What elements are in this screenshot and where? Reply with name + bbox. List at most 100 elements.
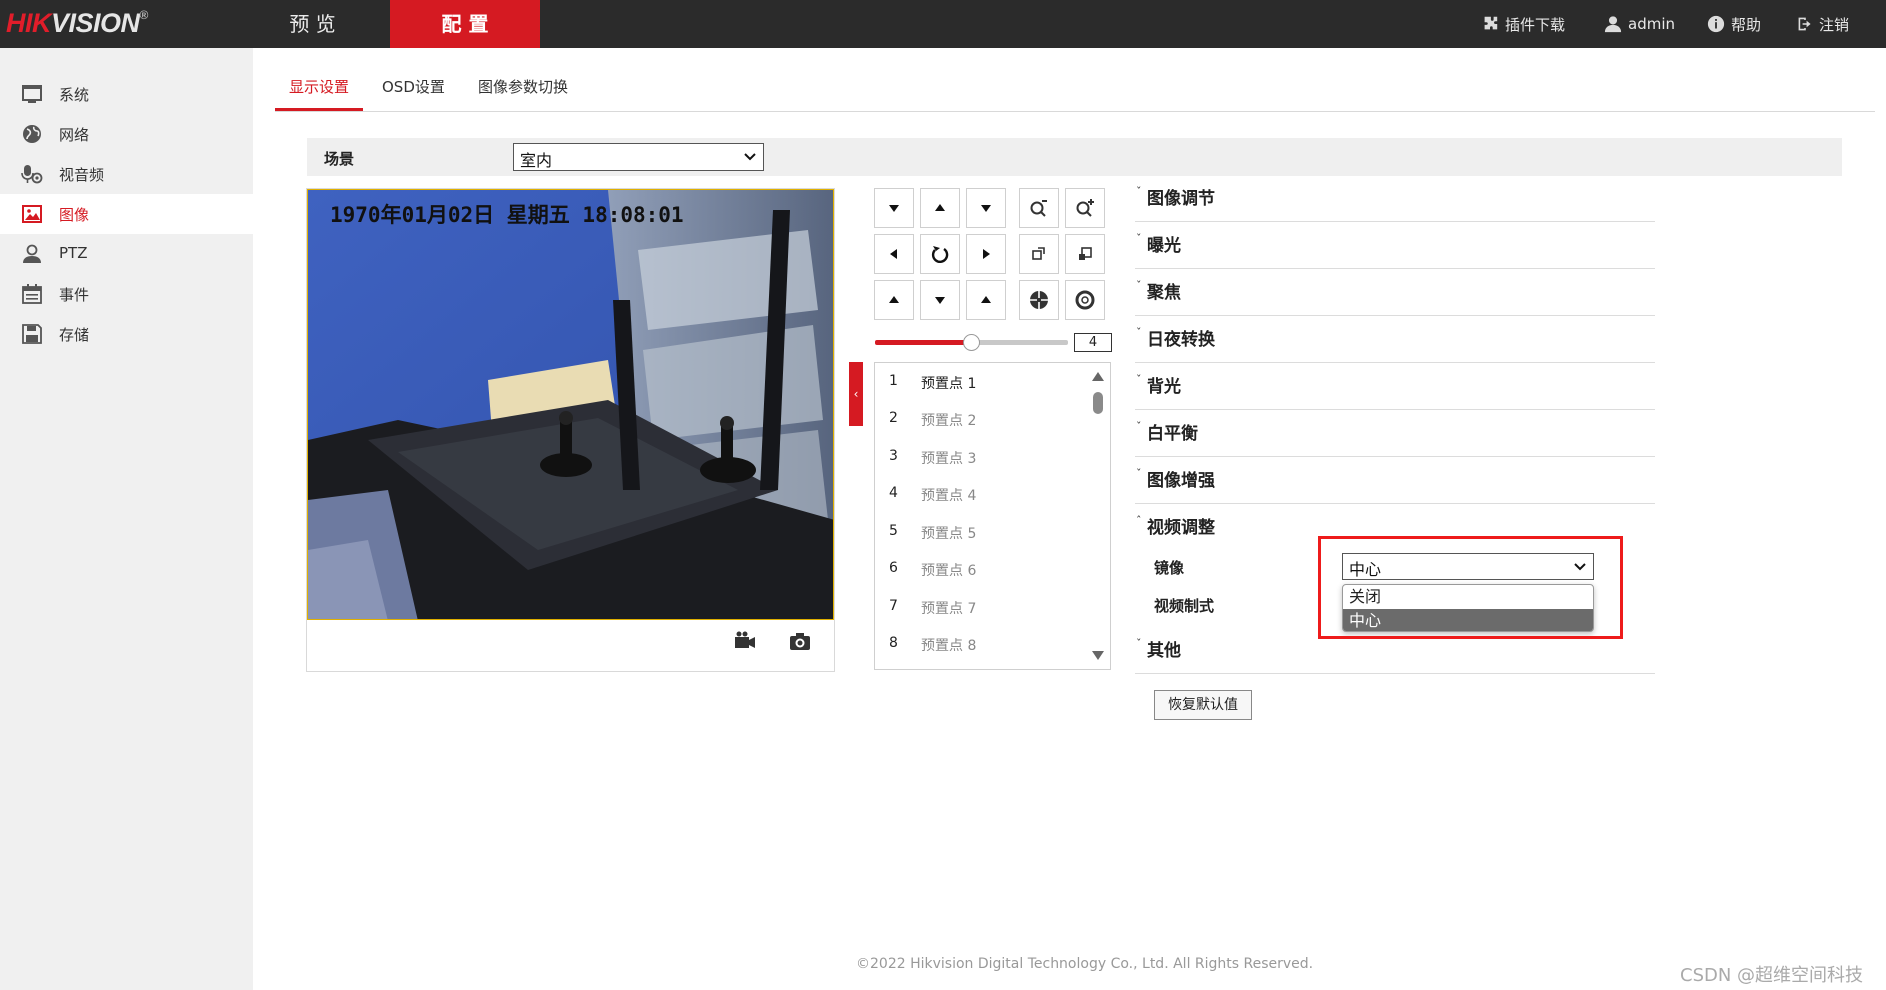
user-menu[interactable]: admin [1604,13,1675,35]
preset-name: 预置点 4 [921,488,977,504]
chevron-down-icon [1574,563,1586,571]
scroll-down-arrow[interactable] [1092,651,1104,660]
arrow-up-icon [935,204,945,211]
section-image-adjust[interactable]: ˇ 图像调节 [1135,175,1655,222]
section-exposure[interactable]: ˇ 曝光 [1135,222,1655,269]
preset-name: 预置点 1 [921,376,977,392]
snapshot-button[interactable] [788,630,812,652]
arrow-down-icon [889,205,899,212]
section-video-adjust[interactable]: ˆ 视频调整 [1135,504,1655,551]
sidebar-item-system[interactable]: 系统 [0,74,253,114]
section-image-enhance[interactable]: ˇ 图像增强 [1135,457,1655,504]
sidebar-item-image[interactable]: 图像 [0,194,253,234]
list-item[interactable]: 2 预置点 2 [875,400,1090,436]
list-item[interactable]: 6 预置点 6 [875,550,1090,586]
preset-number: 6 [889,560,898,576]
help-link[interactable]: 帮助 [1707,13,1761,35]
microphone-icon [21,163,43,185]
section-title: 图像调节 [1147,189,1215,209]
section-title: 白平衡 [1147,424,1198,444]
sidebar-item-label: 系统 [59,86,90,104]
scrollbar-thumb[interactable] [1093,392,1103,414]
logout-link[interactable]: 注销 [1797,13,1849,35]
sidebar-item-storage[interactable]: 存储 [0,314,253,354]
sidebar-item-ptz[interactable]: PTZ [0,234,253,274]
ptz-auto-button[interactable] [920,234,960,274]
ptz-speed-value: 4 [1074,333,1112,352]
ptz-right-button[interactable] [966,234,1006,274]
zoom-in-button[interactable] [1065,188,1105,228]
chevron-down-icon [744,153,756,161]
list-item[interactable]: 1 预置点 1 [875,363,1090,399]
ptz-left-down-button[interactable] [874,280,914,320]
mirror-select[interactable]: 中心 [1342,553,1594,580]
arrow-up-icon [981,296,991,303]
tab-display-settings[interactable]: 显示设置 [289,76,349,97]
section-title: 图像增强 [1147,471,1215,491]
rotate-icon [931,246,949,263]
preset-name: 预置点 3 [921,451,977,467]
sidebar-item-event[interactable]: 事件 [0,274,253,314]
scene-select[interactable]: 室内 [513,143,764,171]
restore-default-button[interactable]: 恢复默认值 [1154,690,1252,720]
sidebar-item-video-audio[interactable]: 视音频 [0,154,253,194]
section-focus[interactable]: ˇ 聚焦 [1135,269,1655,316]
record-button[interactable] [733,630,757,652]
preset-number: 3 [889,448,898,464]
caret-down-icon: ˇ [1136,326,1142,339]
sidebar-item-network[interactable]: 网络 [0,114,253,154]
section-day-night[interactable]: ˇ 日夜转换 [1135,316,1655,363]
top-bar: HIKVISION® 预 览 配 置 插件下载 admin 帮助 注销 [0,0,1886,48]
video-camera-icon [735,631,755,648]
scene-row: 场景 室内 [307,138,1842,176]
section-other[interactable]: ˇ 其他 [1135,627,1655,674]
tab-osd-settings[interactable]: OSD设置 [382,76,445,97]
ptz-left-up-button[interactable] [874,188,914,228]
ptz-right-up-button[interactable] [966,188,1006,228]
ptz-speed-slider-track[interactable] [971,340,1068,345]
calendar-icon [21,283,43,305]
live-video[interactable]: 1970年01月02日 星期五 18:08:01 [307,189,834,620]
zoom-out-button[interactable] [1019,188,1059,228]
hikvision-logo: HIKVISION® [6,8,148,38]
caret-down-icon: ˇ [1136,373,1142,386]
focus-near-button[interactable] [1019,234,1059,274]
tab-image-param-switch[interactable]: 图像参数切换 [478,76,568,97]
ptz-left-button[interactable] [874,234,914,274]
ptz-up-button[interactable] [920,188,960,228]
logout-label: 注销 [1819,15,1850,34]
list-item[interactable]: 4 预置点 4 [875,475,1090,511]
collapse-ptz-panel-button[interactable]: ‹ [849,362,863,426]
section-title: 日夜转换 [1147,330,1215,350]
list-item[interactable]: 8 预置点 8 [875,625,1090,661]
preset-name: 预置点 5 [921,526,977,542]
ptz-speed-slider-handle[interactable] [963,334,980,351]
focus-far-button[interactable] [1065,234,1105,274]
caret-down-icon: ˇ [1136,637,1142,650]
logout-icon [1798,17,1811,31]
list-item[interactable]: 3 预置点 3 [875,438,1090,474]
caret-up-icon: ˆ [1136,514,1142,527]
list-item[interactable]: 7 预置点 7 [875,588,1090,624]
video-standard-label: 视频制式 [1154,597,1215,615]
tab-divider [275,111,1875,112]
nav-tab-preview[interactable]: 预 览 [250,0,375,48]
iris-close-button[interactable] [1065,280,1105,320]
list-item[interactable]: 5 预置点 5 [875,513,1090,549]
scene-label: 场景 [324,150,355,168]
arrow-down-left-icon [981,205,991,212]
scroll-up-arrow[interactable] [1092,372,1104,381]
camera-scene-image [308,190,833,619]
option-off[interactable]: 关闭 [1343,585,1593,609]
section-backlight[interactable]: ˇ 背光 [1135,363,1655,410]
ptz-right-down-button[interactable] [966,280,1006,320]
ptz-down-button[interactable] [920,280,960,320]
iris-open-button[interactable] [1019,280,1059,320]
plugin-download-link[interactable]: 插件下载 [1481,13,1565,35]
nav-tab-config[interactable]: 配 置 [390,0,540,48]
arrow-up-icon [889,296,899,303]
section-white-balance[interactable]: ˇ 白平衡 [1135,410,1655,457]
sidebar-item-label: PTZ [59,244,88,262]
preset-list: 1 预置点 1 2 预置点 2 3 预置点 3 4 预置点 4 5 预置点 5 6 预置点 … [874,362,1111,670]
section-title: 其他 [1147,641,1181,661]
